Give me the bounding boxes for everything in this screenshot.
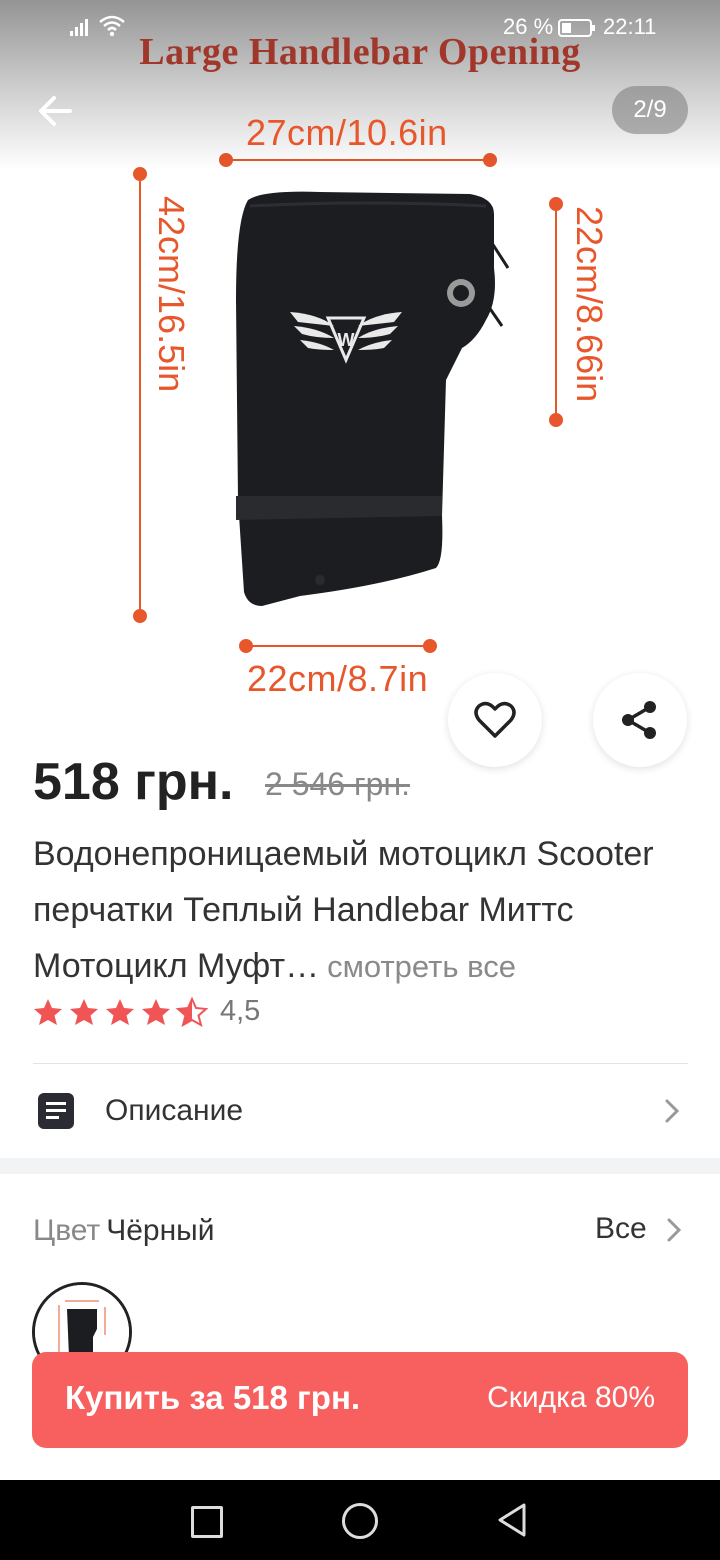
description-row[interactable]: Описание: [0, 1064, 720, 1158]
nav-back-button[interactable]: [496, 1502, 528, 1538]
svg-text:W: W: [338, 330, 355, 350]
clock: 22:11: [603, 14, 657, 39]
section-gap: [0, 1158, 720, 1174]
color-label: Цвет Чёрный: [33, 1214, 215, 1247]
home-button[interactable]: [342, 1503, 378, 1539]
status-bar: 26 % 22:11: [0, 0, 720, 56]
buy-button-label: Купить за 518 грн.: [65, 1379, 361, 1416]
description-label: Описание: [105, 1094, 244, 1127]
battery-icon: [558, 19, 595, 37]
arrow-left-icon: [39, 96, 72, 126]
dimension-right: 22cm/8.66in: [569, 206, 610, 403]
product-title[interactable]: Водонепроницаемый мотоцикл Scooter перча…: [33, 826, 683, 995]
discount-label: Скидка 80%: [487, 1381, 655, 1414]
image-counter: 2/9: [612, 86, 688, 134]
dimension-bottom: 22cm/8.7in: [247, 658, 429, 699]
dimension-left: 42cm/16.5in: [151, 196, 192, 393]
see-all-link[interactable]: смотреть все: [327, 949, 516, 984]
rating-value: 4,5: [220, 995, 261, 1027]
old-price: 2 546 грн.: [265, 766, 410, 802]
share-icon: [622, 701, 656, 739]
color-option-row[interactable]: Цвет Чёрный Все: [0, 1174, 720, 1284]
color-value: Чёрный: [106, 1214, 215, 1247]
system-navigation-bar: [0, 1480, 720, 1560]
dimension-top: 27cm/10.6in: [246, 112, 448, 153]
document-icon: [38, 1093, 74, 1129]
price: 518 грн.: [33, 753, 234, 811]
product-image-gallery[interactable]: W Large Handlebar Opening 27cm/10.6in 22…: [0, 0, 720, 720]
rating-stars: [33, 995, 213, 1029]
recent-apps-button[interactable]: [191, 1506, 223, 1538]
chevron-right-icon: [667, 1218, 682, 1242]
star-rating-icon: [34, 998, 207, 1026]
wifi-icon: [99, 15, 125, 37]
chevron-right-icon: [665, 1099, 680, 1123]
battery-percent: 26 %: [503, 14, 554, 39]
favorite-button[interactable]: [448, 673, 542, 767]
share-button[interactable]: [593, 673, 687, 767]
back-button[interactable]: [30, 86, 80, 136]
heart-icon: [474, 701, 516, 738]
color-all-link[interactable]: Все: [595, 1212, 647, 1246]
signal-icon: [70, 19, 88, 36]
buy-button[interactable]: Купить за 518 грн. Скидка 80%: [32, 1352, 688, 1448]
